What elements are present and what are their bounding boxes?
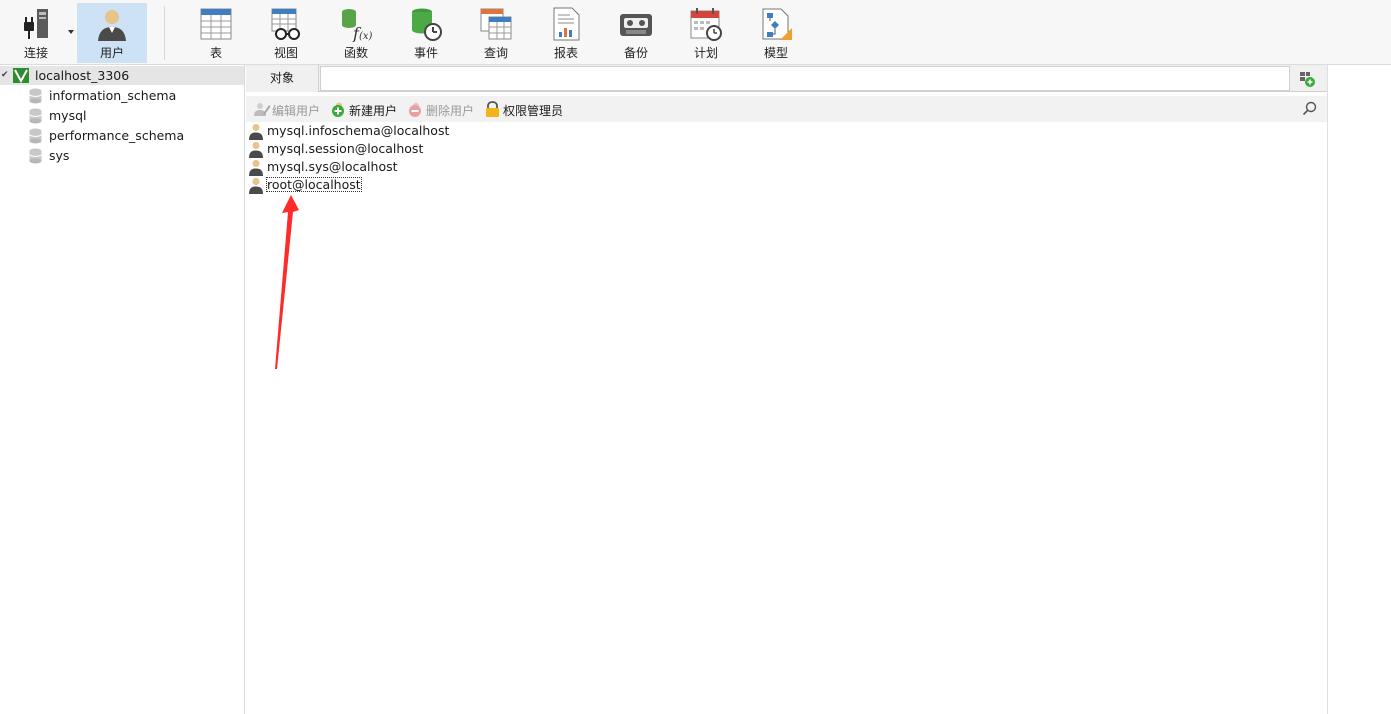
- tree-db-label: mysql: [49, 108, 87, 123]
- database-icon: [29, 148, 42, 164]
- search-icon[interactable]: [1302, 101, 1318, 117]
- mysql-connection-icon: [13, 68, 29, 83]
- toolbar-model-label: 模型: [763, 46, 788, 60]
- user-icon: [249, 142, 263, 158]
- tab-strip-empty: [320, 66, 1290, 91]
- connection-dropdown-icon[interactable]: [68, 30, 74, 34]
- connection-tree: ✔ localhost_3306 information_schema mysq…: [0, 65, 245, 714]
- database-icon: [29, 88, 42, 104]
- tree-db-label: performance_schema: [49, 128, 185, 143]
- new-tab-icon[interactable]: [1292, 67, 1322, 91]
- toolbar-backup-label: 备份: [623, 46, 648, 60]
- toolbar-view-button[interactable]: 视图: [251, 3, 321, 63]
- toolbar-connection-label: 连接: [23, 46, 48, 60]
- object-toolbar: 编辑用户 新建用户 删除用户 权限管理员: [246, 96, 1327, 122]
- model-icon: [762, 8, 792, 40]
- toolbar-view-label: 视图: [273, 46, 298, 60]
- main-toolbar: 连接 用户 表 视图 f (x) 函数 事件 查询 报表 备份 计划 模型: [0, 0, 1391, 65]
- tree-connection-label: localhost_3306: [35, 68, 130, 83]
- user-name: mysql.session@localhost: [267, 141, 424, 156]
- svg-text:(x): (x): [359, 31, 373, 42]
- edit-user-button[interactable]: 编辑用户: [253, 100, 323, 118]
- query-icon: [480, 8, 512, 40]
- toolbar-separator: [164, 6, 165, 60]
- toolbar-model-button[interactable]: 模型: [741, 3, 811, 63]
- tree-db-mysql[interactable]: mysql: [0, 106, 244, 126]
- user-name: root@localhost: [266, 177, 362, 192]
- toolbar-event-button[interactable]: 事件: [391, 3, 461, 63]
- toolbar-function-button[interactable]: f (x) 函数: [321, 3, 391, 63]
- new-user-button[interactable]: 新建用户: [330, 100, 400, 118]
- user-name: mysql.infoschema@localhost: [267, 123, 450, 138]
- delete-user-label: 删除用户: [426, 104, 475, 118]
- lock-icon: [486, 101, 499, 117]
- toolbar-schedule-label: 计划: [693, 46, 718, 60]
- edit-user-label: 编辑用户: [272, 104, 321, 118]
- user-name: mysql.sys@localhost: [267, 159, 398, 174]
- toolbar-function-label: 函数: [343, 46, 368, 60]
- toolbar-schedule-button[interactable]: 计划: [671, 3, 741, 63]
- tree-db-performance-schema[interactable]: performance_schema: [0, 126, 244, 146]
- user-icon: [249, 160, 263, 176]
- tree-db-label: sys: [49, 148, 70, 163]
- database-icon: [29, 128, 42, 144]
- tab-objects[interactable]: 对象: [246, 65, 319, 92]
- report-icon: [553, 7, 580, 41]
- connection-plug-icon: [24, 9, 48, 39]
- toolbar-user-button[interactable]: 用户: [77, 3, 147, 63]
- toolbar-event-label: 事件: [413, 46, 438, 60]
- backup-icon: [620, 14, 652, 36]
- user-icon: [249, 124, 263, 140]
- delete-user-icon: [409, 102, 421, 117]
- expand-chevron-icon[interactable]: ✔: [1, 70, 9, 80]
- toolbar-connection-button[interactable]: 连接: [1, 3, 71, 63]
- add-user-icon: [332, 102, 344, 117]
- toolbar-query-button[interactable]: 查询: [461, 3, 531, 63]
- privilege-manager-label: 权限管理员: [503, 104, 564, 118]
- delete-user-button[interactable]: 删除用户: [407, 100, 477, 118]
- toolbar-table-label: 表: [209, 46, 222, 60]
- tree-connection-localhost[interactable]: ✔ localhost_3306: [0, 66, 244, 85]
- toolbar-report-label: 报表: [553, 46, 578, 60]
- tree-db-label: information_schema: [49, 88, 177, 103]
- event-icon: [412, 8, 442, 41]
- tab-bar: 对象: [246, 65, 1327, 92]
- new-user-label: 新建用户: [349, 104, 398, 118]
- toolbar-table-button[interactable]: 表: [181, 3, 251, 63]
- user-icon: [249, 178, 263, 194]
- toolbar-query-label: 查询: [483, 46, 508, 60]
- object-pane: 对象 编辑用户 新建用户 删除用户 权限管理员 mysql.infoschema…: [246, 65, 1327, 714]
- edit-user-icon: [254, 103, 271, 116]
- user-icon: [98, 10, 126, 41]
- database-icon: [29, 108, 42, 124]
- view-icon: [271, 8, 300, 40]
- tree-db-sys[interactable]: sys: [0, 146, 244, 166]
- schedule-icon: [690, 8, 722, 41]
- toolbar-backup-button[interactable]: 备份: [601, 3, 671, 63]
- right-blank-panel: [1327, 65, 1391, 714]
- privilege-manager-button[interactable]: 权限管理员: [484, 100, 566, 118]
- tree-db-information-schema[interactable]: information_schema: [0, 86, 244, 106]
- function-icon: f (x): [342, 9, 373, 42]
- toolbar-user-label: 用户: [99, 46, 124, 60]
- table-icon: [200, 8, 232, 40]
- toolbar-report-button[interactable]: 报表: [531, 3, 601, 63]
